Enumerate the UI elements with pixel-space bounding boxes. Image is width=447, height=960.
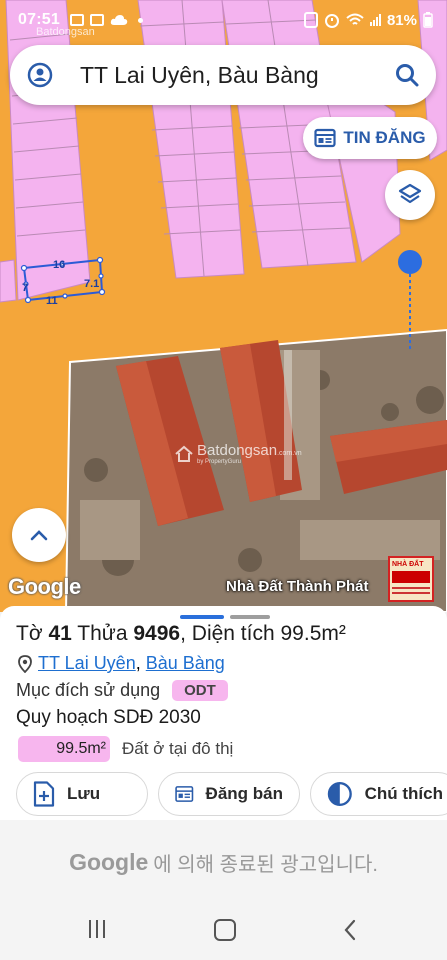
parcel-dim-right: 7.1 — [84, 278, 100, 290]
watermark-center: Batdongsan.com.vn by PropertyGuru — [174, 442, 302, 465]
parcel-info-sheet[interactable]: Tờ 41 Thửa 9496, Diện tích 99.5m² TT Lai… — [0, 606, 447, 820]
location-separator: , — [135, 653, 141, 673]
thua-number: 9496 — [133, 622, 181, 645]
post-for-sale-label: Đăng bán — [205, 784, 283, 803]
screenshot-icon — [303, 12, 318, 28]
legend-label: Chú thích — [364, 784, 443, 803]
alarm-icon — [324, 14, 339, 28]
gallery-icon — [69, 14, 84, 26]
listing-board-icon — [175, 786, 194, 802]
system-navigation-bar — [0, 904, 447, 960]
parcel-dim-left: 7 — [22, 282, 29, 294]
watermark-by: by PropertyGuru — [197, 459, 242, 465]
land-use-purpose: Mục đích sử dụng ODT — [16, 680, 228, 701]
ad-thumbnail[interactable]: NHÀ ĐẤT — [388, 556, 434, 602]
notification-dot-icon — [137, 17, 143, 23]
photo-caption: Nhà Đất Thành Phát — [226, 578, 369, 595]
search-bar[interactable]: TT Lai Uyên, Bàu Bàng — [10, 45, 436, 105]
location-district-link[interactable]: Bàu Bàng — [146, 653, 225, 673]
sheet-handle[interactable] — [180, 615, 270, 619]
purpose-code-badge: ODT — [172, 680, 228, 701]
battery-percent: 81% — [386, 11, 417, 29]
wifi-icon — [346, 13, 364, 25]
zalo-icon — [89, 14, 104, 26]
closed-ad-banner: Google 에 의해 종료된 광고입니다. — [0, 820, 447, 904]
watermark-center-text: Batdongsan — [197, 442, 278, 459]
save-label: Lưu — [67, 784, 101, 803]
action-buttons: Lưu Đăng bán Chú thích — [16, 772, 447, 816]
google-logo: Google — [8, 574, 81, 599]
map-view[interactable]: 16 7 7.1 11 Batdongsan Batdongsan.com.vn… — [0, 0, 447, 612]
layers-icon — [398, 183, 422, 204]
to-number: 41 — [48, 622, 72, 645]
post-for-sale-button[interactable]: Đăng bán — [158, 772, 300, 816]
tin-dang-label: TIN ĐĂNG — [343, 128, 426, 147]
map-marker-icon — [18, 654, 32, 673]
expand-up-button[interactable] — [12, 508, 66, 562]
search-query[interactable]: TT Lai Uyên, Bàu Bàng — [80, 62, 394, 89]
area-value: 99.5m² — [280, 622, 346, 645]
parcel-address: TT Lai Uyên, Bàu Bàng — [18, 653, 225, 674]
map-layers-button[interactable] — [385, 170, 435, 220]
parcel-dim-bottom: 11 — [46, 295, 58, 307]
chevron-up-icon — [30, 530, 48, 541]
to-label: Tờ — [16, 622, 43, 645]
watermark-center-suffix: .com.vn — [277, 450, 302, 457]
legend-button[interactable]: Chú thích — [310, 772, 447, 816]
battery-icon — [423, 12, 433, 28]
ad-google-brand: Google — [69, 848, 149, 875]
tin-dang-button[interactable]: TIN ĐĂNG — [303, 117, 437, 159]
save-button[interactable]: Lưu — [16, 772, 148, 816]
plan-area-badge: 99.5m² — [18, 736, 110, 762]
status-bar: 07:51 81% — [0, 0, 447, 40]
cloud-icon — [110, 15, 128, 25]
location-town-link[interactable]: TT Lai Uyên — [38, 653, 136, 673]
plan-area-description: Đất ở tại đô thị — [122, 739, 234, 758]
parcel-title: Tờ 41 Thửa 9496, Diện tích 99.5m² — [16, 622, 346, 645]
plan-title: Quy hoạch SDĐ 2030 — [16, 707, 201, 728]
area-label: Diện tích — [191, 622, 275, 645]
home-icon[interactable] — [214, 919, 236, 941]
save-document-icon — [33, 781, 55, 807]
ad-closed-text: 에 의해 종료된 광고입니다. — [153, 853, 378, 876]
legend-contrast-icon — [327, 781, 352, 807]
purpose-label: Mục đích sử dụng — [16, 680, 161, 700]
back-icon[interactable] — [343, 918, 357, 942]
watermark-house-icon — [175, 445, 193, 462]
ad-thumbnail-text: NHÀ ĐẤT — [392, 561, 424, 568]
signal-icon — [369, 14, 381, 26]
search-icon[interactable] — [394, 62, 420, 88]
plan-area-row: 99.5m² Đất ở tại đô thị — [18, 736, 233, 762]
recents-icon[interactable] — [89, 920, 105, 938]
location-pin-icon[interactable] — [26, 61, 54, 89]
parcel-dim-top: 16 — [53, 259, 66, 271]
listing-board-icon — [314, 128, 337, 148]
status-time: 07:51 — [18, 11, 60, 28]
thua-label: Thửa — [77, 622, 128, 645]
